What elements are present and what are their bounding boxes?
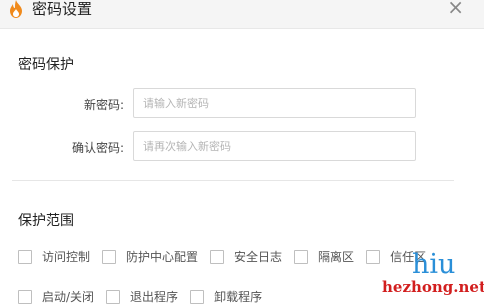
scope-options-row-1: 访问控制 防护中心配置 安全日志 隔离区 信任区 bbox=[18, 248, 438, 265]
checkbox-box[interactable] bbox=[294, 249, 309, 264]
close-icon[interactable]: × bbox=[447, 0, 464, 19]
checkbox-box[interactable] bbox=[106, 289, 121, 304]
scope-options-row-2: 启动/关闭 退出程序 卸载程序 bbox=[18, 288, 274, 305]
watermark-url: hezhong.net bbox=[382, 278, 484, 296]
checkbox-protection-center-config[interactable]: 防护中心配置 bbox=[102, 248, 198, 265]
checkbox-box[interactable] bbox=[102, 249, 117, 264]
checkbox-security-log[interactable]: 安全日志 bbox=[210, 248, 282, 265]
checkbox-label: 退出程序 bbox=[130, 290, 179, 304]
section-divider bbox=[12, 180, 454, 181]
scope-section-title: 保护范围 bbox=[18, 213, 74, 229]
checkbox-label: 启动/关闭 bbox=[42, 290, 95, 304]
checkbox-box[interactable] bbox=[18, 289, 32, 304]
checkbox-label: 访问控制 bbox=[42, 250, 91, 264]
checkbox-access-control[interactable]: 访问控制 bbox=[18, 248, 90, 265]
new-password-field[interactable] bbox=[133, 88, 416, 118]
checkbox-box[interactable] bbox=[210, 249, 225, 264]
checkbox-label: 卸载程序 bbox=[214, 290, 263, 304]
checkbox-label: 安全日志 bbox=[234, 250, 283, 264]
checkbox-label: 防护中心配置 bbox=[126, 250, 199, 264]
checkbox-startup-shutdown[interactable]: 启动/关闭 bbox=[18, 288, 94, 305]
checkbox-label: 隔离区 bbox=[318, 250, 355, 264]
watermark-logo-text: hiu bbox=[412, 249, 456, 280]
confirm-password-field[interactable] bbox=[133, 131, 416, 161]
title-bar: 密码设置 × bbox=[0, 0, 484, 29]
password-section-title: 密码保护 bbox=[18, 57, 74, 73]
new-password-label: 新密码: bbox=[83, 98, 124, 112]
checkbox-box[interactable] bbox=[190, 289, 205, 304]
checkbox-box[interactable] bbox=[18, 249, 32, 264]
confirm-password-label: 确认密码: bbox=[71, 141, 124, 155]
checkbox-uninstall-program[interactable]: 卸载程序 bbox=[190, 288, 262, 305]
checkbox-quarantine[interactable]: 隔离区 bbox=[294, 248, 354, 265]
checkbox-exit-program[interactable]: 退出程序 bbox=[106, 288, 178, 305]
window-title: 密码设置 bbox=[32, 0, 93, 18]
flame-icon bbox=[10, 0, 22, 18]
checkbox-box[interactable] bbox=[366, 249, 381, 264]
